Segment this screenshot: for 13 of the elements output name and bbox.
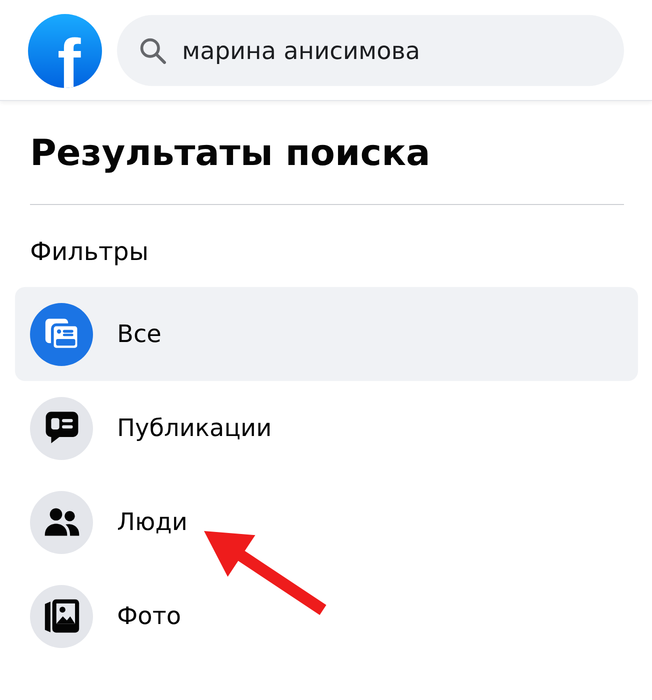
filter-label: Публикации (117, 414, 272, 443)
filter-item[interactable]: Все (15, 287, 638, 382)
filter-item[interactable]: Фото (15, 569, 638, 664)
search-icon (140, 38, 166, 64)
filter-item[interactable]: Люди (15, 475, 638, 570)
search-field[interactable]: марина анисимова (117, 15, 624, 86)
filter-label: Все (117, 320, 162, 349)
filter-item[interactable]: Публикации (15, 381, 638, 476)
site-logo[interactable]: f (28, 14, 102, 88)
filters-heading: Фильтры (30, 237, 150, 268)
page-title: Результаты поиска (30, 132, 432, 176)
filter-label: Фото (117, 602, 182, 631)
filter-label: Люди (117, 508, 188, 537)
